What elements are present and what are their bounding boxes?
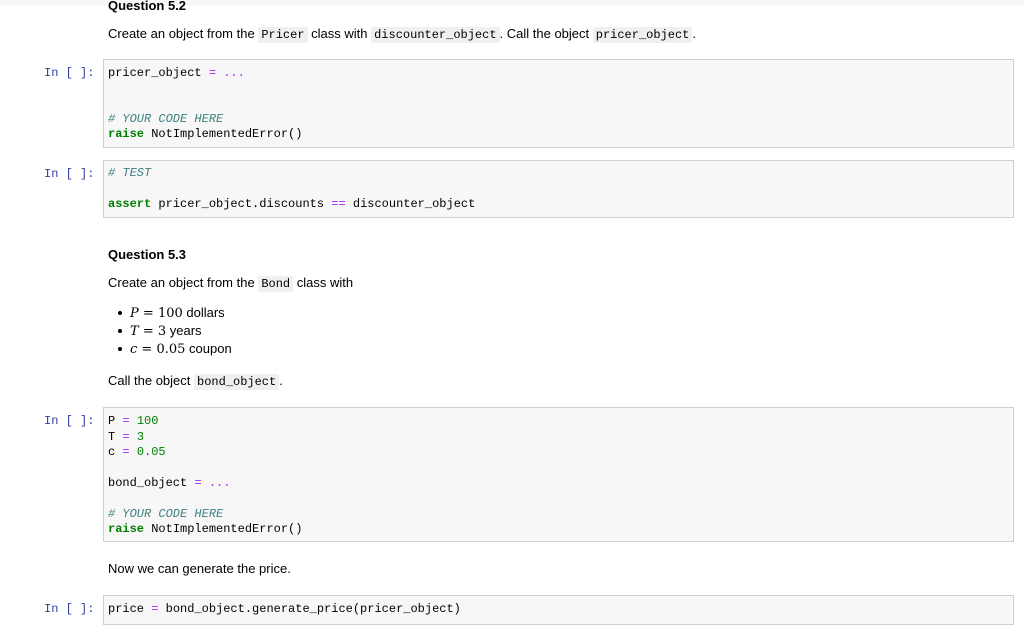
code-line: bond_object = ... xyxy=(108,476,231,490)
question-title: Question 5.2 xyxy=(108,0,187,13)
inline-code: discounter_object xyxy=(371,27,500,43)
code-cell-3[interactable]: P = 100 T = 3 c = 0.05 bond_object = ...… xyxy=(103,407,1014,542)
list-item: P = 100 dollars xyxy=(114,304,232,322)
code-cell-2[interactable]: # TEST assert pricer_object.discounts ==… xyxy=(103,160,1014,218)
inline-code: pricer_object xyxy=(592,27,693,43)
input-prompt: In [ ]: xyxy=(44,602,95,616)
parameter-list: P = 100 dollars T = 3 years c = 0.05 cou… xyxy=(114,304,232,358)
markdown-cell-q52[interactable]: Question 5.2 xyxy=(108,0,186,13)
code-comment: # YOUR CODE HERE xyxy=(108,112,224,126)
question-title: Question 5.3 xyxy=(108,247,187,262)
code-comment: # TEST xyxy=(108,166,152,180)
text: . xyxy=(692,26,696,41)
code-line: raise NotImplementedError() xyxy=(108,522,303,536)
call-instruction: Call the object bond_object. xyxy=(108,373,283,390)
inline-code: Pricer xyxy=(258,27,308,43)
code-cell-4[interactable]: price = bond_object.generate_price(price… xyxy=(103,595,1014,625)
code-line: assert pricer_object.discounts == discou… xyxy=(108,197,476,211)
code-line: c = 0.05 xyxy=(108,445,166,459)
code-line: raise NotImplementedError() xyxy=(108,127,303,141)
question-description: Create an object from the Pricer class w… xyxy=(108,26,696,43)
input-prompt: In [ ]: xyxy=(44,167,95,181)
code-line: pricer_object = ... xyxy=(108,66,245,80)
list-item: T = 3 years xyxy=(114,322,232,340)
text: . Call the object xyxy=(499,26,593,41)
input-prompt: In [ ]: xyxy=(44,66,95,80)
code-line: T = 3 xyxy=(108,430,145,444)
markdown-cell-price[interactable]: Now we can generate the price. xyxy=(108,561,291,576)
inline-code: bond_object xyxy=(194,374,280,390)
code-comment: # YOUR CODE HERE xyxy=(108,507,224,521)
inline-code: Bond xyxy=(258,276,294,292)
input-prompt: In [ ]: xyxy=(44,414,95,428)
text: Create an object from the xyxy=(108,26,259,41)
list-item: c = 0.05 coupon xyxy=(114,340,232,358)
code-cell-1[interactable]: pricer_object = ... # YOUR CODE HERE rai… xyxy=(103,59,1014,148)
text: class with xyxy=(307,26,372,41)
code-line: P = 100 xyxy=(108,414,159,428)
markdown-cell-q53[interactable]: Question 5.3 xyxy=(108,247,186,262)
question-description: Create an object from the Bond class wit… xyxy=(108,275,354,292)
code-line: price = bond_object.generate_price(price… xyxy=(108,602,461,616)
